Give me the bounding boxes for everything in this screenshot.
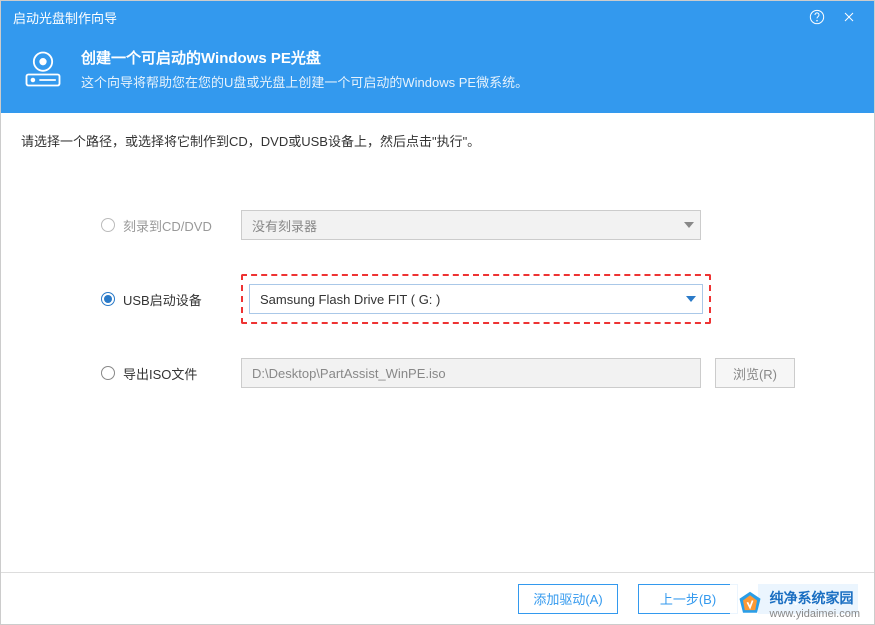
watermark-logo-icon — [736, 590, 764, 618]
chevron-down-icon — [686, 296, 696, 302]
header-banner: 创建一个可启动的Windows PE光盘 这个向导将帮助您在您的U盘或光盘上创建… — [1, 33, 874, 113]
header-subtitle: 这个向导将帮助您在您的U盘或光盘上创建一个可启动的Windows PE微系统。 — [81, 72, 528, 91]
cd-dropdown: 没有刻录器 — [241, 210, 701, 240]
radio-iso[interactable]: 导出ISO文件 — [101, 364, 241, 383]
iso-path-field: D:\Desktop\PartAssist_WinPE.iso — [241, 358, 701, 388]
watermark-brand: 纯净系统家园 — [770, 588, 860, 608]
radio-iso-label: 导出ISO文件 — [123, 364, 197, 383]
cd-dropdown-value: 没有刻录器 — [252, 216, 317, 235]
watermark-url: www.yidaimei.com — [770, 608, 860, 620]
radio-usb[interactable]: USB启动设备 — [101, 290, 241, 309]
back-button[interactable]: 上一步(B) — [638, 584, 738, 614]
radio-usb-label: USB启动设备 — [123, 290, 202, 309]
radio-icon — [101, 366, 115, 380]
option-cd-row: 刻录到CD/DVD 没有刻录器 — [21, 210, 854, 240]
option-usb-row: USB启动设备 Samsung Flash Drive FIT ( G: ) — [21, 274, 854, 324]
radio-cd-label: 刻录到CD/DVD — [123, 216, 212, 235]
radio-cd[interactable]: 刻录到CD/DVD — [101, 216, 241, 235]
radio-icon — [101, 218, 115, 232]
window-title: 启动光盘制作向导 — [13, 8, 117, 27]
browse-button: 浏览(R) — [715, 358, 795, 388]
header-text: 创建一个可启动的Windows PE光盘 这个向导将帮助您在您的U盘或光盘上创建… — [81, 47, 528, 91]
chevron-down-icon — [684, 222, 694, 228]
radio-icon — [101, 292, 115, 306]
option-iso-row: 导出ISO文件 D:\Desktop\PartAssist_WinPE.iso … — [21, 358, 854, 388]
usb-dropdown[interactable]: Samsung Flash Drive FIT ( G: ) — [249, 284, 703, 314]
usb-dropdown-value: Samsung Flash Drive FIT ( G: ) — [260, 292, 440, 307]
usb-highlight-box: Samsung Flash Drive FIT ( G: ) — [241, 274, 711, 324]
close-icon[interactable] — [836, 4, 862, 30]
content-area: 请选择一个路径，或选择将它制作到CD，DVD或USB设备上，然后点击"执行"。 … — [1, 113, 874, 572]
titlebar: 启动光盘制作向导 — [1, 1, 874, 33]
header-title: 创建一个可启动的Windows PE光盘 — [81, 47, 528, 68]
iso-path-value: D:\Desktop\PartAssist_WinPE.iso — [252, 366, 446, 381]
watermark: 纯净系统家园 www.yidaimei.com — [730, 584, 866, 624]
disc-drive-icon — [21, 47, 65, 91]
add-driver-button[interactable]: 添加驱动(A) — [518, 584, 618, 614]
help-icon[interactable] — [804, 4, 830, 30]
instruction-text: 请选择一个路径，或选择将它制作到CD，DVD或USB设备上，然后点击"执行"。 — [21, 131, 854, 150]
wizard-window: 启动光盘制作向导 创建一个可启动的Windows PE光盘 这个向导将帮助您在您… — [0, 0, 875, 625]
